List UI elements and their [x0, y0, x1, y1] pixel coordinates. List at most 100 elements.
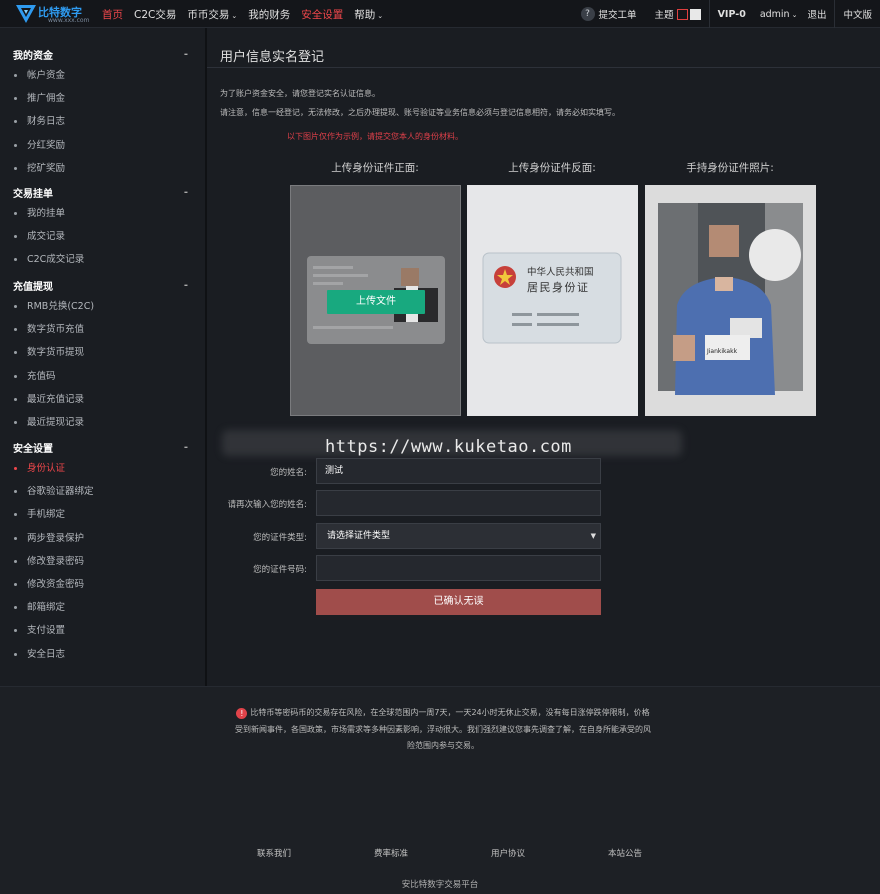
idtype-select[interactable]: 请选择证件类型 ▼ — [316, 523, 601, 549]
nav-exchange[interactable]: 币币交易 ⌄ — [187, 7, 237, 22]
sidebar-item[interactable]: 充值码 — [0, 365, 204, 388]
top-right-menu: ? 提交工单 主题 VIP-0 admin ⌄ 退出 中文版 — [580, 0, 872, 28]
language-switch[interactable]: 中文版 — [843, 7, 872, 21]
sidebar-item[interactable]: 邮箱绑定 — [0, 596, 204, 619]
help-icon: ? — [580, 7, 595, 21]
logout-link[interactable]: 退出 — [807, 7, 826, 21]
nav-finance[interactable]: 我的财务 — [248, 7, 290, 22]
name-input[interactable]: 测试 — [316, 458, 601, 484]
handheld-sample-image — [658, 203, 803, 395]
form-row-name-confirm: 请再次输入您的姓名: — [207, 490, 880, 516]
upload-id-back[interactable]: 中华人民共和国 居民身份证 — [467, 185, 638, 416]
footer-links: 联系我们 费率标准 用户协议 本站公告 — [0, 847, 880, 861]
id-card-title: 中华人民共和国 — [527, 267, 594, 278]
sidebar-item[interactable]: 财务日志 — [0, 110, 204, 133]
name-confirm-label: 请再次输入您的姓名: — [227, 500, 307, 510]
sidebar-item[interactable]: 我的挂单 — [0, 202, 204, 225]
sidebar-item[interactable]: 两步登录保护 — [0, 527, 204, 550]
nav-security[interactable]: 安全设置 — [301, 7, 343, 22]
sidebar-item[interactable]: 数字货币充值 — [0, 318, 204, 341]
sidebar-group-header[interactable]: 我的资金 - — [0, 44, 204, 64]
user-menu[interactable]: admin ⌄ — [760, 9, 798, 20]
sidebar-item[interactable]: 修改登录密码 — [0, 550, 204, 573]
theme-dark-swatch[interactable] — [676, 8, 688, 20]
sidebar-item[interactable]: 最近提现记录 — [0, 411, 204, 434]
footer-link-contact[interactable]: 联系我们 — [257, 847, 291, 859]
sidebar-item-identity[interactable]: 身份认证 — [0, 457, 204, 480]
sidebar-group-security: 安全设置 - 身份认证 谷歌验证器绑定 手机绑定 两步登录保护 修改登录密码 修改… — [0, 437, 204, 666]
top-navbar: 比特数字 www.xxx.com 首页 C2C交易 币币交易 ⌄ 我的财务 安全设… — [0, 0, 880, 28]
sample-warning: 以下图片仅作为示例，请提交您本人的身份材料。 — [287, 132, 463, 141]
submit-ticket-link[interactable]: 提交工单 — [599, 7, 637, 21]
sidebar-item[interactable]: 安全日志 — [0, 643, 204, 666]
name-label: 您的姓名: — [270, 468, 307, 478]
sidebar-group-title: 充值提现 — [13, 281, 53, 293]
idtype-selected: 请选择证件类型 — [327, 531, 391, 541]
divider — [834, 0, 836, 28]
sidebar-item[interactable]: 支付设置 — [0, 619, 204, 642]
sidebar-item[interactable]: 推广佣金 — [0, 87, 204, 110]
card-label-handheld: 手持身份证件照片: — [686, 162, 774, 174]
sidebar-item[interactable]: 最近充值记录 — [0, 388, 204, 411]
sidebar-group-deposit: 充值提现 - RMB兑换(C2C) 数字货币充值 数字货币提现 充值码 最近充值记… — [0, 275, 204, 434]
nav-exchange-label: 币币交易 — [187, 8, 230, 21]
footer: ! 比特币等密码币的交易存在风险，在全球范围内一周7天，一天24小时无休止交易，没… — [0, 686, 880, 894]
chevron-down-icon: ⌄ — [791, 10, 798, 19]
sidebar-item[interactable]: 分红奖励 — [0, 134, 204, 157]
sidebar-group-header[interactable]: 交易挂单 - — [0, 182, 204, 202]
sidebar-group-title: 我的资金 — [13, 50, 53, 62]
copyright: 安比特数字交易平台 — [401, 880, 479, 890]
form-row-name: 您的姓名: 测试 — [207, 458, 880, 484]
sidebar-group-funds: 我的资金 - 帐户资金 推广佣金 财务日志 分红奖励 挖矿奖励 — [0, 44, 204, 180]
theme-label: 主题 — [654, 10, 674, 21]
username: admin — [759, 8, 790, 20]
id-back-sample-image — [482, 252, 622, 344]
confirm-submit-button[interactable]: 已确认无误 — [316, 589, 601, 615]
upload-id-front[interactable]: 上传文件 — [290, 185, 461, 416]
theme-light-swatch[interactable] — [689, 8, 701, 20]
notice-text: 为了账户资金安全，请您登记实名认证信息。 — [220, 89, 380, 98]
notice-text: 请注意，信息一经登记，无法修改，之后办理提现、账号验证等业务信息必须与登记信息相… — [220, 108, 620, 117]
logo[interactable]: 比特数字 www.xxx.com — [16, 4, 94, 26]
watermark-url: https://www.kuketao.com — [325, 437, 572, 457]
sidebar-item[interactable]: 帐户资金 — [0, 64, 204, 87]
nav-help[interactable]: 帮助 ⌄ — [354, 7, 383, 22]
collapse-icon: - — [183, 441, 188, 453]
collapse-icon: - — [183, 186, 188, 198]
sidebar-item[interactable]: 手机绑定 — [0, 503, 204, 526]
sidebar-item[interactable]: 修改资金密码 — [0, 573, 204, 596]
sidebar-item[interactable]: 成交记录 — [0, 225, 204, 248]
idno-input[interactable] — [316, 555, 601, 581]
collapse-icon: - — [183, 48, 188, 60]
card-label-back: 上传身份证件反面: — [508, 162, 596, 174]
upload-handheld[interactable]: Jiankikakk — [645, 185, 816, 416]
vip-level: VIP-0 — [717, 8, 746, 20]
dropdown-arrow-icon: ▼ — [590, 532, 596, 540]
sidebar-item[interactable]: 数字货币提现 — [0, 341, 204, 364]
collapse-icon: - — [183, 279, 188, 291]
logo-subtext: www.xxx.com — [48, 17, 90, 24]
handheld-photo-text: Jiankikakk — [707, 348, 738, 355]
footer-link-notice[interactable]: 本站公告 — [608, 847, 642, 859]
nav-home[interactable]: 首页 — [102, 7, 123, 22]
divider — [708, 0, 710, 28]
footer-link-fees[interactable]: 费率标准 — [374, 847, 408, 859]
chevron-down-icon: ⌄ — [377, 11, 384, 20]
nav-c2c[interactable]: C2C交易 — [134, 7, 176, 22]
sidebar: 我的资金 - 帐户资金 推广佣金 财务日志 分红奖励 挖矿奖励 交易挂单 - 我的挂… — [0, 36, 204, 686]
form-row-idno: 您的证件号码: — [207, 555, 880, 581]
chevron-down-icon: ⌄ — [231, 11, 238, 20]
main-nav: 首页 C2C交易 币币交易 ⌄ 我的财务 安全设置 帮助 ⌄ — [102, 0, 394, 28]
divider — [207, 67, 880, 68]
upload-file-button[interactable]: 上传文件 — [327, 290, 425, 314]
name-confirm-input[interactable] — [316, 490, 601, 516]
footer-link-agreement[interactable]: 用户协议 — [491, 847, 525, 859]
sidebar-item[interactable]: RMB兑换(C2C) — [0, 295, 204, 318]
main-content: 用户信息实名登记 为了账户资金安全，请您登记实名认证信息。 请注意，信息一经登记… — [207, 28, 880, 686]
sidebar-item[interactable]: C2C成交记录 — [0, 248, 204, 271]
sidebar-group-header[interactable]: 充值提现 - — [0, 275, 204, 295]
sidebar-item[interactable]: 挖矿奖励 — [0, 157, 204, 180]
form-row-idtype: 您的证件类型: 请选择证件类型 ▼ — [207, 523, 880, 549]
sidebar-group-header[interactable]: 安全设置 - — [0, 437, 204, 457]
sidebar-item[interactable]: 谷歌验证器绑定 — [0, 480, 204, 503]
